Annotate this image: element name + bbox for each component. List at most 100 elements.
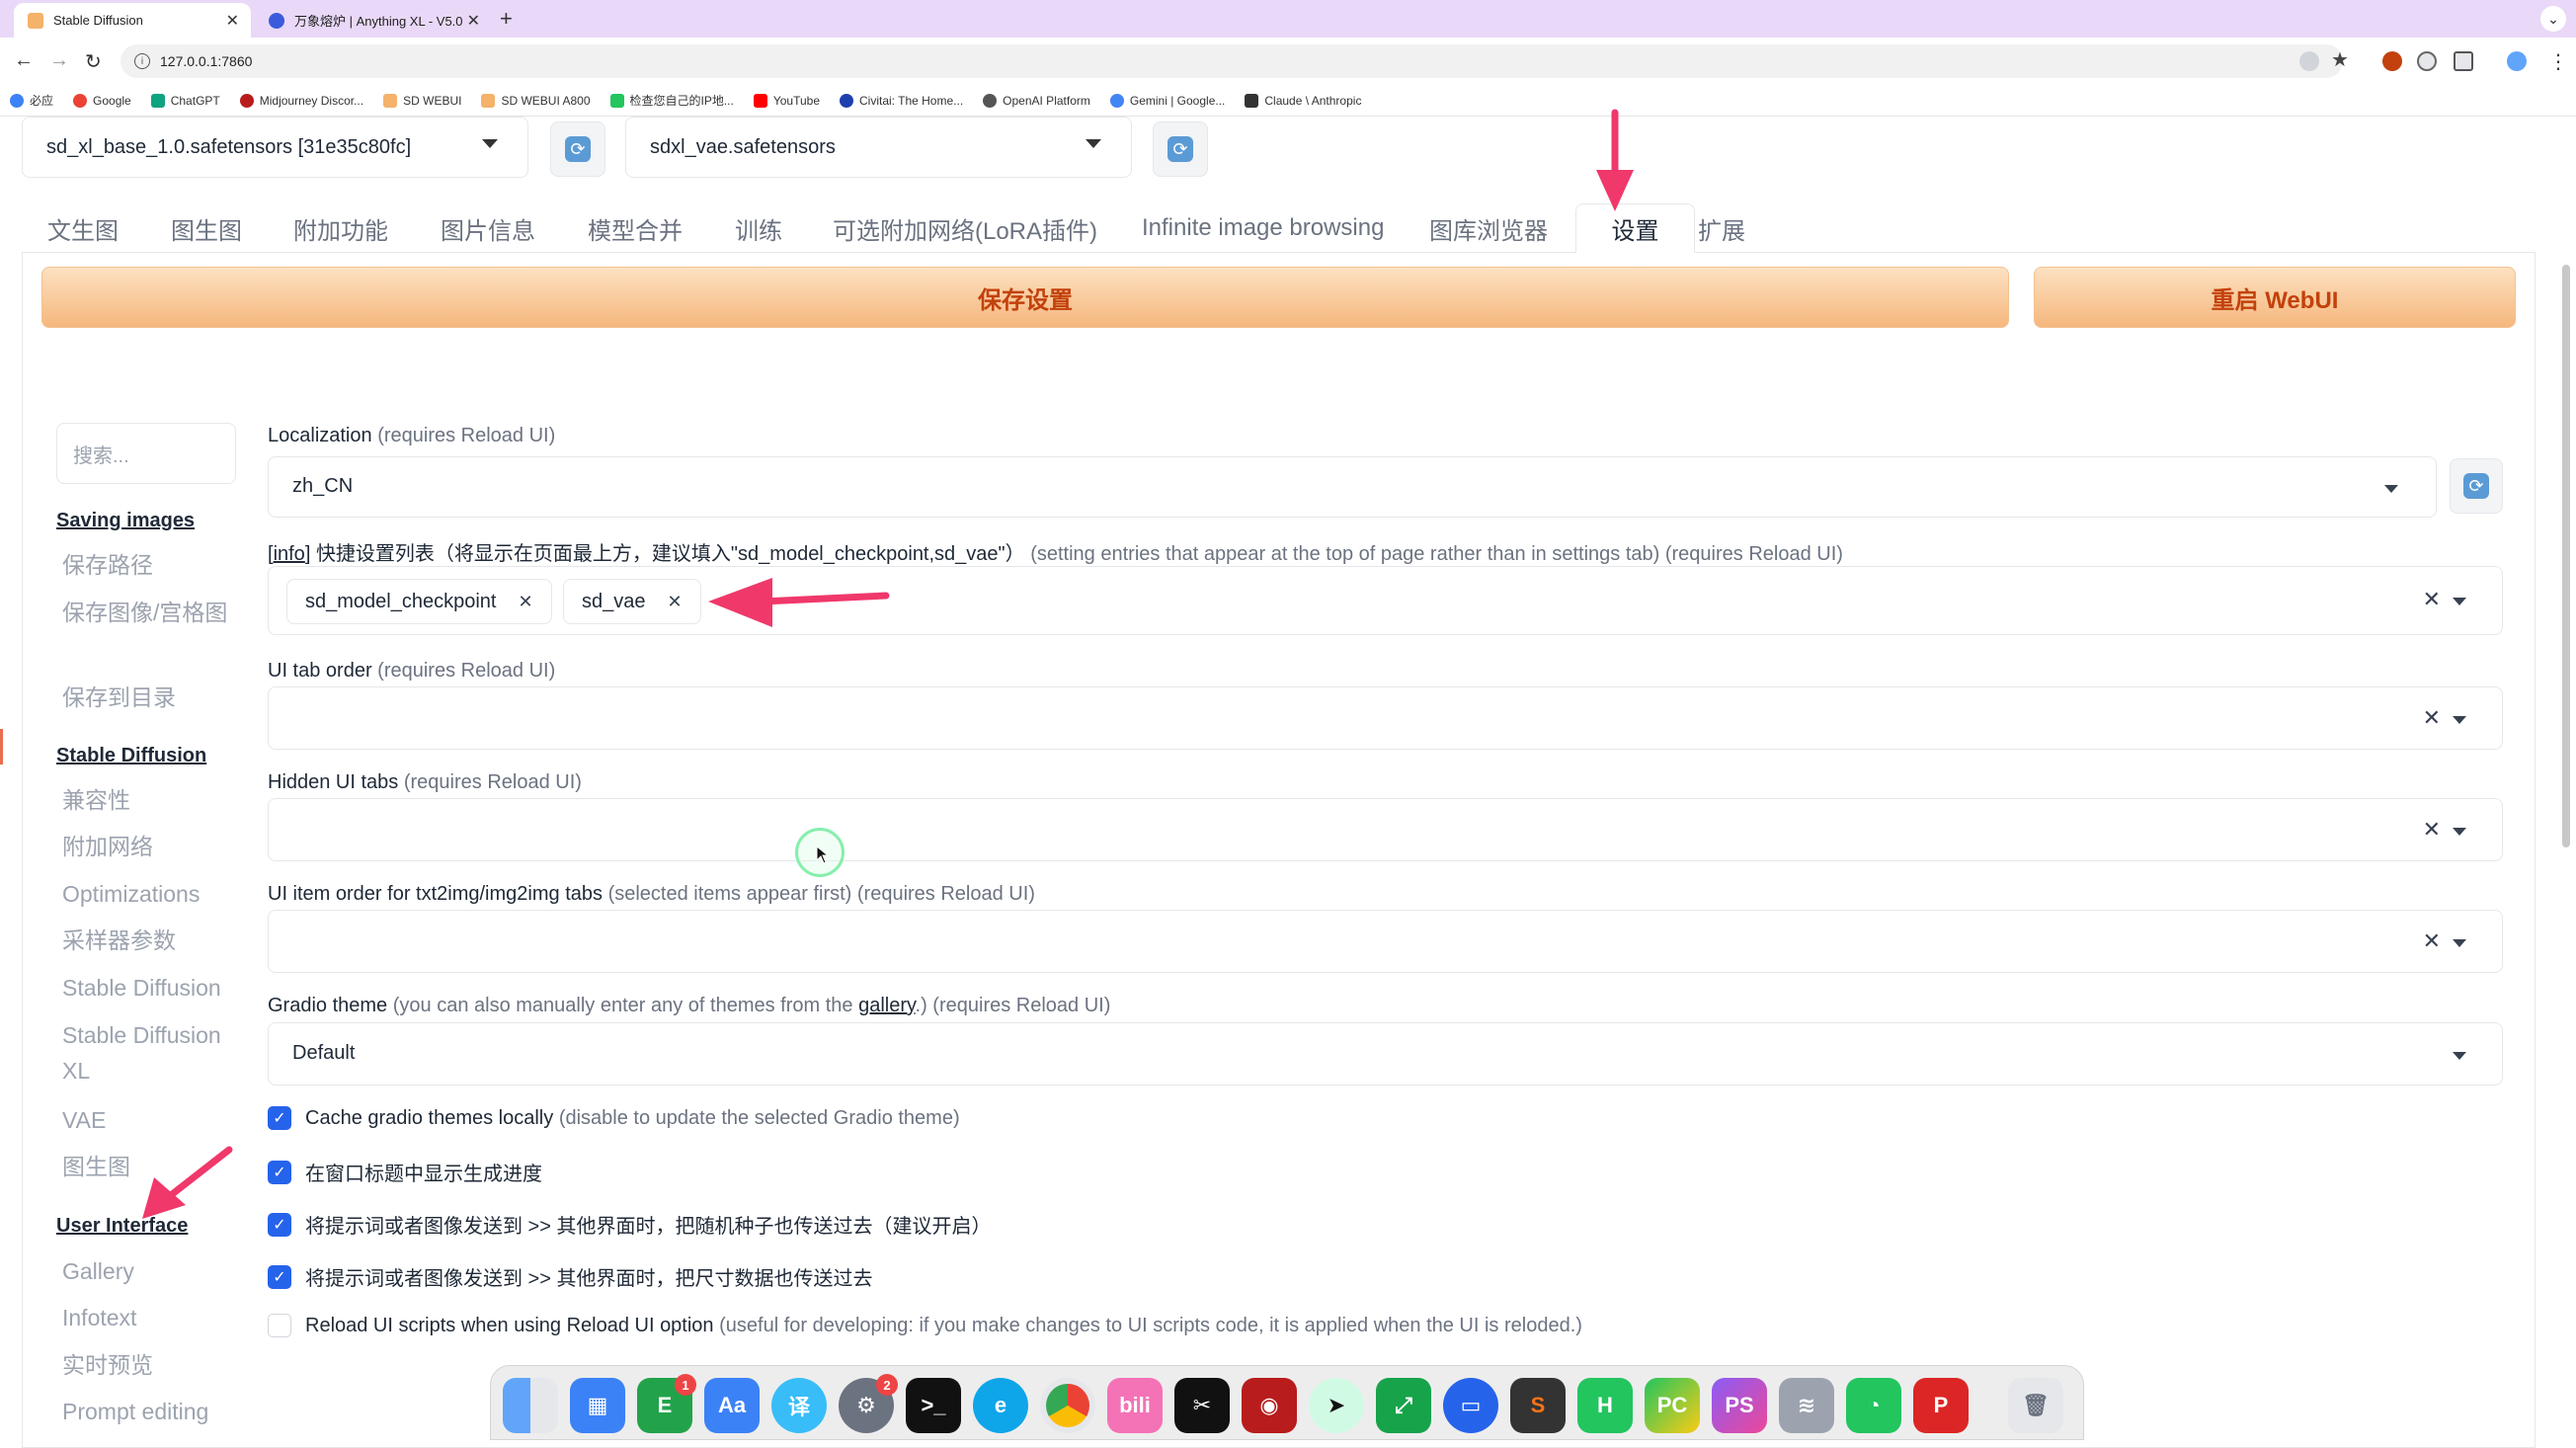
close-tab-icon[interactable]: ✕ <box>226 11 239 31</box>
clear-all-icon[interactable]: ✕ <box>2423 587 2441 612</box>
checkbox-unchecked-icon[interactable] <box>268 1314 291 1337</box>
system-settings-icon[interactable]: ⚙ 2 <box>839 1374 898 1433</box>
show-progress-title-checkbox-row[interactable]: ✓ 在窗口标题中显示生成进度 <box>268 1158 542 1186</box>
dictionary-icon[interactable]: Aa <box>704 1378 760 1433</box>
reload-ui-scripts-checkbox-row[interactable]: Reload UI scripts when using Reload UI o… <box>268 1314 1582 1337</box>
bookmark-youtube[interactable]: YouTube <box>753 93 820 108</box>
gallery-link[interactable]: gallery <box>858 995 915 1016</box>
restart-webui-button[interactable]: 重启 WebUI <box>2034 267 2516 328</box>
chevron-down-icon[interactable] <box>2453 828 2466 836</box>
bookmark-gemini[interactable]: Gemini | Google... <box>1109 93 1225 108</box>
sidebar-item-live-previews[interactable]: 实时预览 <box>62 1347 240 1383</box>
back-arrow-icon[interactable]: ← <box>14 49 34 72</box>
sidebar-section-stable-diffusion[interactable]: Stable Diffusion <box>56 745 206 767</box>
zoom-icon[interactable]: ▭ <box>1443 1378 1498 1433</box>
cursor-app-icon[interactable]: ➤ <box>1309 1378 1364 1433</box>
clear-all-icon[interactable]: ✕ <box>2423 928 2441 954</box>
bookmark-star-icon[interactable]: ★ <box>2331 47 2349 72</box>
remove-chip-icon[interactable]: ✕ <box>668 592 683 612</box>
bilibili-icon[interactable]: bili <box>1107 1378 1163 1433</box>
close-tab-icon[interactable]: ✕ <box>467 11 480 31</box>
save-settings-button[interactable]: 保存设置 <box>41 267 2009 328</box>
tab-order-multiselect[interactable]: ✕ <box>268 686 2503 750</box>
extension-icon[interactable] <box>2382 51 2402 71</box>
extensions-puzzle-icon[interactable] <box>2454 51 2473 71</box>
forward-arrow-icon[interactable]: → <box>49 49 69 72</box>
translate-app-icon[interactable]: 译 <box>771 1378 827 1433</box>
tab-search-chevron-icon[interactable]: ⌄ <box>2540 6 2566 32</box>
finder-icon[interactable] <box>503 1378 558 1433</box>
browser-tab-stable-diffusion[interactable]: Stable Diffusion ✕ <box>14 3 251 38</box>
photo-booth-icon[interactable]: ◉ <box>1242 1378 1297 1433</box>
new-tab-button[interactable]: + <box>500 6 513 32</box>
browser-tab-anything-xl[interactable]: 万象熔炉 | Anything XL - V5.0 ✕ <box>255 3 492 38</box>
localization-refresh-button[interactable]: ⟳ <box>2450 458 2503 514</box>
bookmark-ip-check[interactable]: 检查您自己的IP地... <box>609 92 734 109</box>
bookmark-sd-webui[interactable]: SD WEBUI <box>383 93 461 108</box>
checkbox-checked-icon[interactable]: ✓ <box>268 1160 291 1184</box>
item-order-multiselect[interactable]: ✕ <box>268 910 2503 973</box>
sidebar-item-optimizations[interactable]: Optimizations <box>62 876 240 912</box>
chevron-down-icon[interactable] <box>2453 939 2466 947</box>
hbuilder-icon[interactable]: H <box>1577 1378 1633 1433</box>
sidebar-section-saving-images[interactable]: Saving images <box>56 510 195 532</box>
sequel-pro-icon[interactable]: ≋ <box>1779 1378 1834 1433</box>
launchpad-icon[interactable]: ▦ <box>570 1378 625 1433</box>
info-link[interactable]: info <box>274 543 305 565</box>
sidebar-item-sampler-params[interactable]: 采样器参数 <box>62 923 240 958</box>
powerpoint-icon[interactable]: P <box>1913 1378 1969 1433</box>
sidebar-item-gallery[interactable]: Gallery <box>62 1253 240 1289</box>
sublime-text-icon[interactable]: S <box>1510 1378 1566 1433</box>
tab-checkpoint-merger[interactable]: 模型合并 <box>588 203 683 253</box>
checkbox-checked-icon[interactable]: ✓ <box>268 1106 291 1130</box>
tab-train[interactable]: 训练 <box>735 203 782 253</box>
bookmark-sd-webui-a800[interactable]: SD WEBUI A800 <box>481 93 591 108</box>
pycharm-icon[interactable]: PC <box>1645 1378 1700 1433</box>
vae-dropdown[interactable]: sdxl_vae.safetensors <box>625 117 1132 178</box>
send-size-checkbox-row[interactable]: ✓ 将提示词或者图像发送到 >> 其他界面时，把尺寸数据也传送过去 <box>268 1262 872 1291</box>
bookmark-openai[interactable]: OpenAI Platform <box>983 93 1090 108</box>
capcut-icon[interactable]: ✂ <box>1174 1378 1230 1433</box>
bookmark-civitai[interactable]: Civitai: The Home... <box>840 93 963 108</box>
edge-icon[interactable]: e <box>973 1378 1028 1433</box>
tab-image-browser[interactable]: 图库浏览器 <box>1429 203 1548 253</box>
browser-menu-icon[interactable]: ⋮ <box>2548 49 2568 74</box>
sidebar-item-prompt-editing[interactable]: Prompt editing <box>62 1394 240 1429</box>
settings-search-input[interactable]: 搜索... <box>56 423 236 484</box>
site-info-icon[interactable]: i <box>134 53 150 69</box>
sidebar-item-stable-diffusion-xl[interactable]: Stable Diffusion XL <box>62 1017 240 1088</box>
reload-icon[interactable]: ↻ <box>85 49 102 74</box>
bookmark-midjourney[interactable]: Midjourney Discor... <box>239 93 363 108</box>
terminal-icon[interactable]: >_ <box>906 1378 961 1433</box>
translate-icon[interactable] <box>2299 51 2319 71</box>
cache-gradio-themes-checkbox-row[interactable]: ✓ Cache gradio themes locally (disable t… <box>268 1106 960 1130</box>
wechat-icon[interactable]: ◔ <box>1846 1378 1901 1433</box>
send-seed-checkbox-row[interactable]: ✓ 将提示词或者图像发送到 >> 其他界面时，把随机种子也传送过去（建议开启） <box>268 1210 991 1239</box>
chrome-icon[interactable] <box>1040 1378 1095 1433</box>
chevron-down-icon[interactable] <box>2453 716 2466 724</box>
evernote-icon[interactable]: E1 <box>637 1374 696 1433</box>
checkpoint-dropdown[interactable]: sd_xl_base_1.0.safetensors [31e35c80fc] <box>22 117 528 178</box>
url-field[interactable]: i 127.0.0.1:7860 <box>121 44 2343 78</box>
sidebar-item-infotext[interactable]: Infotext <box>62 1300 240 1335</box>
bookmark-chatgpt[interactable]: ChatGPT <box>150 93 220 108</box>
sidebar-item-compatibility[interactable]: 兼容性 <box>62 782 240 818</box>
localization-dropdown[interactable]: zh_CN <box>268 456 2437 518</box>
gradio-theme-dropdown[interactable]: Default <box>268 1022 2503 1086</box>
tab-extensions[interactable]: 扩展 <box>1698 203 1745 253</box>
page-scrollbar[interactable] <box>2562 265 2570 847</box>
sidebar-item-stable-diffusion[interactable]: Stable Diffusion <box>62 970 240 1006</box>
history-icon[interactable] <box>2417 51 2437 71</box>
tab-txt2img[interactable]: 文生图 <box>47 203 119 253</box>
vae-refresh-button[interactable]: ⟳ <box>1153 121 1208 177</box>
tab-infinite-image-browsing[interactable]: Infinite image browsing <box>1142 203 1384 253</box>
clear-all-icon[interactable]: ✕ <box>2423 705 2441 731</box>
sidebar-item-save-images-grids[interactable]: 保存图像/宫格图 <box>62 595 240 630</box>
phpstorm-icon[interactable]: PS <box>1712 1378 1767 1433</box>
bookmark-google[interactable]: Google <box>73 93 131 108</box>
checkbox-checked-icon[interactable]: ✓ <box>268 1264 291 1289</box>
tab-extras[interactable]: 附加功能 <box>293 203 388 253</box>
checkpoint-refresh-button[interactable]: ⟳ <box>550 121 605 177</box>
chevron-down-icon[interactable] <box>2453 598 2466 605</box>
profile-avatar-icon[interactable] <box>2507 51 2527 71</box>
